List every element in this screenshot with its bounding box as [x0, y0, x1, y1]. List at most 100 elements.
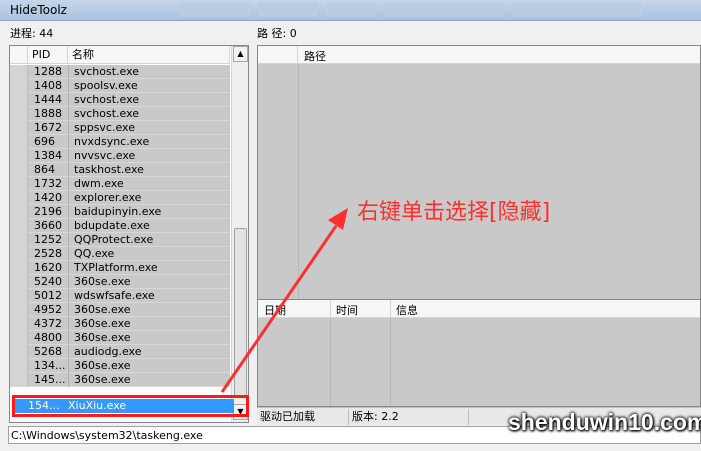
- column-name-header[interactable]: 名称: [68, 46, 230, 64]
- column-pid-header[interactable]: PID: [28, 46, 68, 64]
- taskbar-tab-blurred[interactable]: [258, 3, 318, 17]
- table-row[interactable]: 4800 360se.exe: [10, 331, 230, 345]
- column-divider: [68, 149, 69, 163]
- process-list-scrollbar[interactable]: ▲ ▼: [231, 46, 248, 422]
- version-status: 版本: 2.2: [349, 409, 469, 425]
- row-gutter: [10, 233, 28, 247]
- table-row[interactable]: 145... 360se.exe: [10, 373, 230, 387]
- column-divider: [68, 205, 69, 219]
- column-divider: [68, 135, 69, 149]
- row-gutter: [10, 177, 28, 191]
- column-divider: [68, 93, 69, 107]
- taskbar-tab-blurred[interactable]: [180, 3, 250, 17]
- row-gutter: [10, 261, 28, 275]
- row-pid: 1420: [34, 191, 62, 204]
- row-gutter: [10, 163, 28, 177]
- header-gutter: [258, 46, 298, 64]
- table-row[interactable]: 134... 360se.exe: [10, 359, 230, 373]
- table-row[interactable]: 1620 TXPlatform.exe: [10, 261, 230, 275]
- row-pid: 145...: [34, 373, 66, 386]
- process-rows: 1288 svchost.exe 1408 spoolsv.exe 1444 svchos…: [10, 65, 230, 387]
- column-divider: [390, 300, 391, 318]
- column-divider: [68, 121, 69, 135]
- row-name: nvxdsync.exe: [74, 135, 150, 148]
- table-row[interactable]: 3660 bdupdate.exe: [10, 219, 230, 233]
- column-divider: [68, 303, 69, 317]
- table-row[interactable]: 1444 svchost.exe: [10, 93, 230, 107]
- table-row[interactable]: 1288 svchost.exe: [10, 65, 230, 79]
- row-pid: 1888: [34, 107, 62, 120]
- row-pid: 1444: [34, 93, 62, 106]
- table-row[interactable]: 1420 explorer.exe: [10, 191, 230, 205]
- row-pid: 4952: [34, 303, 62, 316]
- row-pid: 5268: [34, 345, 62, 358]
- taskbar-tab-blurred[interactable]: [512, 3, 642, 17]
- column-divider: [68, 233, 69, 247]
- row-pid: 696: [34, 135, 55, 148]
- table-row[interactable]: 5012 wdswfsafe.exe: [10, 289, 230, 303]
- table-row[interactable]: 1252 QQProtect.exe: [10, 233, 230, 247]
- column-time-header[interactable]: 时间: [336, 302, 358, 318]
- scroll-up-icon[interactable]: ▲: [233, 46, 248, 62]
- column-path-header[interactable]: 路径: [304, 48, 326, 64]
- column-divider: [68, 65, 69, 79]
- process-count-label: 进程: 44: [10, 27, 54, 40]
- row-gutter: [10, 65, 28, 79]
- column-divider: [68, 177, 69, 191]
- table-row[interactable]: 1384 nvvsvc.exe: [10, 149, 230, 163]
- column-divider: [68, 107, 69, 121]
- row-gutter: [10, 121, 28, 135]
- table-row[interactable]: 5268 audiodg.exe: [10, 345, 230, 359]
- row-gutter: [10, 191, 28, 205]
- table-row[interactable]: 1888 svchost.exe: [10, 107, 230, 121]
- scroll-thumb[interactable]: [234, 228, 247, 398]
- row-pid: 1252: [34, 233, 62, 246]
- annotation-text: 右键单击选择[隐藏]: [357, 200, 551, 225]
- table-row[interactable]: 4372 360se.exe: [10, 317, 230, 331]
- process-list-header: PID 名称: [10, 46, 230, 64]
- row-gutter: [10, 373, 28, 387]
- row-name: 360se.exe: [74, 359, 131, 372]
- row-pid: 4800: [34, 331, 62, 344]
- main-window: 进程: 44 路 径: 0 PID 名称 1288 svchost.exe 1408…: [0, 21, 701, 451]
- table-row[interactable]: 1732 dwm.exe: [10, 177, 230, 191]
- row-name: baidupinyin.exe: [74, 205, 162, 218]
- table-row[interactable]: 1672 sppsvc.exe: [10, 121, 230, 135]
- row-pid: 1620: [34, 261, 62, 274]
- column-divider: [68, 359, 69, 373]
- table-row[interactable]: 864 taskhost.exe: [10, 163, 230, 177]
- row-name: svchost.exe: [74, 93, 140, 106]
- row-gutter: [10, 79, 28, 93]
- column-info-header[interactable]: 信息: [396, 302, 418, 318]
- table-row[interactable]: 2196 baidupinyin.exe: [10, 205, 230, 219]
- row-gutter: [10, 317, 28, 331]
- column-divider: [68, 219, 69, 233]
- column-divider: [298, 64, 299, 314]
- column-divider: [68, 289, 69, 303]
- column-date-header[interactable]: 日期: [264, 302, 286, 318]
- column-divider: [68, 331, 69, 345]
- row-gutter: [10, 331, 28, 345]
- row-name: spoolsv.exe: [74, 79, 138, 92]
- driver-status: 驱动已加载: [257, 409, 349, 425]
- column-divider: [68, 261, 69, 275]
- taskbar-tab-blurred[interactable]: [326, 3, 376, 17]
- row-pid: 864: [34, 163, 55, 176]
- path-list[interactable]: 路径: [257, 45, 701, 315]
- row-name: QQ.exe: [74, 247, 115, 260]
- table-row[interactable]: 5240 360se.exe: [10, 275, 230, 289]
- table-row[interactable]: 696 nvxdsync.exe: [10, 135, 230, 149]
- row-pid: 134...: [34, 359, 66, 372]
- process-list[interactable]: PID 名称 1288 svchost.exe 1408 spoolsv.exe 144…: [9, 45, 249, 423]
- row-pid: 2196: [34, 205, 62, 218]
- table-row[interactable]: 1408 spoolsv.exe: [10, 79, 230, 93]
- column-divider: [68, 275, 69, 289]
- log-list[interactable]: 日期 时间 信息: [257, 299, 701, 407]
- path-bar-value: C:\Windows\system32\taskeng.exe: [11, 429, 203, 442]
- taskbar-tab-blurred[interactable]: [384, 3, 504, 17]
- table-row[interactable]: 2528 QQ.exe: [10, 247, 230, 261]
- row-name: 360se.exe: [74, 331, 131, 344]
- column-divider: [68, 345, 69, 359]
- column-divider: [68, 163, 69, 177]
- table-row[interactable]: 4952 360se.exe: [10, 303, 230, 317]
